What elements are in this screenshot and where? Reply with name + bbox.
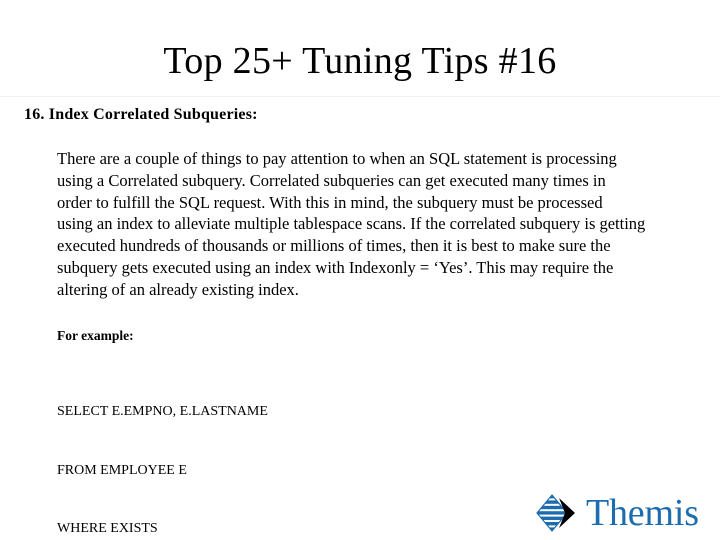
paragraph-line: using an index to alleviate multiple tab… (57, 214, 646, 234)
paragraph-line: subquery gets executed using an index wi… (57, 257, 614, 277)
presentation-slide: Top 25+ Tuning Tips #16 16. Index Correl… (0, 0, 720, 540)
body-paragraph: There are a couple of things to pay atte… (57, 148, 700, 301)
paragraph-line: using a Correlated subquery. Correlated … (57, 170, 606, 190)
title-divider (0, 96, 720, 97)
paragraph-line: executed hundreds of thousands or millio… (57, 236, 611, 256)
paragraph-line: order to fulfill the SQL request. With t… (57, 192, 603, 212)
page-title: Top 25+ Tuning Tips #16 (163, 40, 557, 82)
paragraph-line: altering of an already existing index. (57, 279, 299, 299)
sql-line: FROM EMPLOYEE E (57, 462, 187, 478)
example-label: For example: (57, 327, 134, 343)
slide-body: 16. Index Correlated Subqueries: There a… (0, 104, 720, 540)
themis-diamond-arrow-icon (535, 493, 585, 533)
section-heading: 16. Index Correlated Subqueries: (24, 106, 258, 123)
paragraph-line: There are a couple of things to pay atte… (57, 149, 617, 168)
sql-line: SELECT E.EMPNO, E.LASTNAME (57, 403, 268, 419)
themis-wordmark: Themis (586, 492, 699, 534)
themis-logo: Themis (535, 489, 715, 537)
